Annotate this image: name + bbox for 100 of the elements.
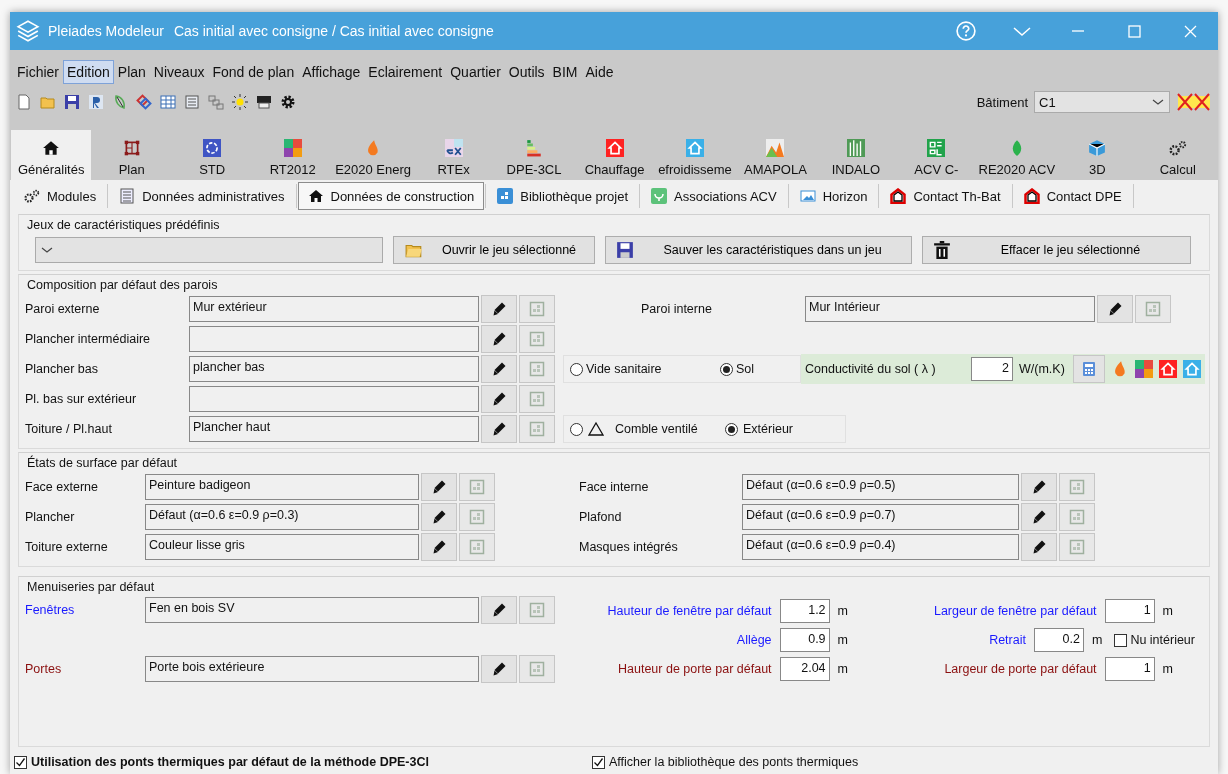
text-field[interactable]: Défaut (α=0.6 ε=0.9 ρ=0.4) <box>742 534 1019 560</box>
menu-item[interactable]: Edition <box>63 60 114 84</box>
edit-button[interactable] <box>1097 295 1133 323</box>
radio-option[interactable]: Vide sanitaire <box>570 362 720 376</box>
unit-label: m <box>1162 662 1173 676</box>
number-field[interactable]: 0.9 <box>779 628 830 652</box>
text-field[interactable]: Fen en bois SV <box>145 597 479 623</box>
module-tab[interactable]: AMAPOLA <box>735 130 816 180</box>
text-field[interactable]: Plancher haut <box>189 416 479 442</box>
triangle-icon <box>588 421 604 437</box>
knot-icon <box>136 94 152 110</box>
module-tab[interactable]: INDALO <box>815 130 897 180</box>
number-field[interactable]: 1.2 <box>779 599 830 623</box>
edit-button[interactable] <box>421 533 457 561</box>
text-field[interactable]: Mur Intérieur <box>805 296 1095 322</box>
number-field[interactable]: 1 <box>1104 599 1155 623</box>
number-field[interactable]: 2 <box>971 357 1013 381</box>
radio-button[interactable] <box>720 362 733 376</box>
module-tab[interactable]: Plan <box>91 130 172 180</box>
radio-button[interactable] <box>570 362 583 376</box>
text-field[interactable]: plancher bas <box>189 356 479 382</box>
checkbox-option[interactable]: Nu intérieur <box>1114 633 1195 647</box>
menu-item[interactable]: Aide <box>581 60 618 84</box>
text-field[interactable]: Couleur lisse gris <box>145 534 419 560</box>
module-tab[interactable]: Généralités <box>11 130 92 180</box>
edit-button[interactable] <box>481 385 517 413</box>
checkbox-option[interactable]: Afficher la bibliothèque des ponts thermiques <box>592 755 992 769</box>
unit-label: m <box>837 633 848 647</box>
radio-button[interactable] <box>725 422 738 436</box>
menu-item[interactable]: Affichage <box>298 60 365 84</box>
module-tab[interactable]: E2020 Energ <box>332 130 414 180</box>
text-field[interactable]: Défaut (α=0.6 ε=0.9 ρ=0.3) <box>145 504 419 530</box>
edit-button[interactable] <box>481 325 517 353</box>
number-field[interactable]: 1 <box>1104 657 1155 681</box>
text-field[interactable]: Porte bois extérieure <box>145 656 479 682</box>
menu-item[interactable]: Fond de plan <box>208 60 299 84</box>
module-tab[interactable]: efroidisseme <box>654 130 736 180</box>
number-field[interactable]: 0.2 <box>1033 628 1084 652</box>
calculator-button[interactable] <box>1072 355 1105 383</box>
text-field[interactable] <box>189 326 479 352</box>
radio-option[interactable]: Extérieur <box>725 422 835 436</box>
edit-button[interactable] <box>481 596 517 624</box>
text-field[interactable]: Peinture badigeon <box>145 474 419 500</box>
edit-button[interactable] <box>481 655 517 683</box>
pencil-icon <box>1031 509 1047 525</box>
edit-button[interactable] <box>1021 533 1057 561</box>
section-tab[interactable]: Modules <box>14 182 107 210</box>
module-tab[interactable]: RT2012 <box>252 130 333 180</box>
radio-option[interactable]: Sol <box>720 362 790 376</box>
section-tab[interactable]: Associations ACV <box>641 182 787 210</box>
list-icon <box>184 94 200 110</box>
module-tab[interactable]: STD <box>171 130 253 180</box>
radio-option[interactable]: Comble ventilé <box>570 421 725 437</box>
checkbox-option[interactable]: Utilisation des ponts thermiques par défaut de la méthode DPE-3Cl <box>14 755 592 769</box>
building-dropdown[interactable]: C1 <box>1034 91 1170 113</box>
section-tab[interactable]: Contact DPE <box>1013 182 1132 210</box>
edit-button[interactable] <box>481 415 517 443</box>
edit-button[interactable] <box>421 473 457 501</box>
color-blocks-icon <box>1134 360 1153 378</box>
edit-button[interactable] <box>421 503 457 531</box>
house-outline-icon <box>890 188 907 204</box>
menu-item[interactable]: Outils <box>504 60 549 84</box>
module-tab[interactable]: ACV C- <box>896 130 977 180</box>
field-label: Toiture externe <box>25 540 109 554</box>
number-field[interactable]: 2.04 <box>779 657 830 681</box>
section-tab[interactable]: Bibliothèque projet <box>487 182 638 210</box>
menu-item[interactable]: BIM <box>548 60 582 84</box>
checkbox[interactable] <box>592 755 605 769</box>
section-tab[interactable]: Données administratives <box>109 182 295 210</box>
text-field[interactable]: Défaut (α=0.6 ε=0.9 ρ=0.7) <box>742 504 1019 530</box>
module-tab[interactable]: Chauffage <box>574 130 655 180</box>
section-tab[interactable]: Données de construction <box>297 182 485 210</box>
menu-item[interactable]: Plan <box>113 60 150 84</box>
preset-button[interactable]: Ouvrir le jeu sélectionné <box>393 236 595 264</box>
section-tab[interactable]: Horizon <box>789 182 878 210</box>
menu-item[interactable]: Eclairement <box>364 60 447 84</box>
edit-button[interactable] <box>1021 473 1057 501</box>
field-label: Face externe <box>25 480 99 494</box>
preset-button[interactable]: Effacer le jeu sélectionné <box>922 236 1191 264</box>
edit-button[interactable] <box>481 355 517 383</box>
module-tab[interactable]: RE2020 ACV <box>976 130 1058 180</box>
text-field[interactable] <box>189 386 479 412</box>
menu-item[interactable]: Quartier <box>446 60 505 84</box>
menu-item[interactable]: Fichier <box>13 60 63 84</box>
menu-item[interactable]: Niveaux <box>149 60 209 84</box>
checkbox[interactable] <box>14 755 27 769</box>
text-field[interactable]: Défaut (α=0.6 ε=0.9 ρ=0.5) <box>742 474 1019 500</box>
unit-label: m <box>1091 633 1103 647</box>
preset-dropdown[interactable] <box>35 237 383 263</box>
checkbox[interactable] <box>1114 633 1128 647</box>
module-tab[interactable]: Calcul <box>1137 130 1218 180</box>
preset-button[interactable]: Sauver les caractéristiques dans un jeu <box>605 236 912 264</box>
edit-button[interactable] <box>481 295 517 323</box>
module-tab[interactable]: 3D <box>1057 130 1138 180</box>
radio-button[interactable] <box>570 422 583 436</box>
module-tab[interactable]: RTEx <box>413 130 494 180</box>
section-tab[interactable]: Contact Th-Bat <box>880 182 1011 210</box>
edit-button[interactable] <box>1021 503 1057 531</box>
module-tab[interactable]: DPE-3CL <box>493 130 575 180</box>
text-field[interactable]: Mur extérieur <box>189 296 479 322</box>
